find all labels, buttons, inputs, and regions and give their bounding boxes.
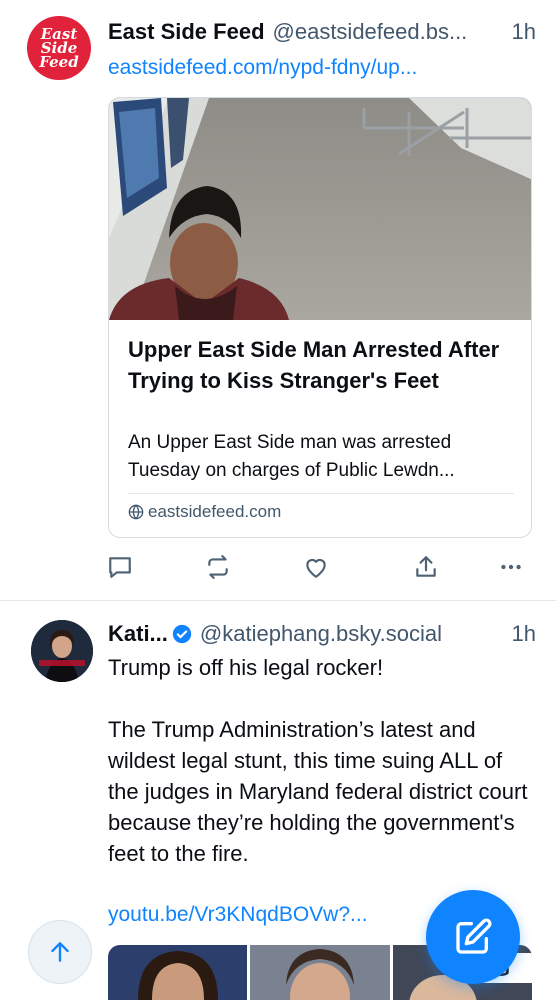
compose-icon <box>456 918 492 954</box>
like-icon[interactable] <box>301 552 331 582</box>
avatar[interactable]: East Side Feed <box>27 16 91 80</box>
timestamp[interactable]: 1h <box>502 19 536 45</box>
feed-post[interactable]: East Side Feed East Side Feed @eastsidef… <box>0 0 556 600</box>
display-name[interactable]: East Side Feed <box>108 19 265 45</box>
post-text-line <box>108 683 538 714</box>
display-name[interactable]: Kati... <box>108 621 168 647</box>
card-domain: eastsidefeed.com <box>128 502 281 522</box>
post-header: East Side Feed @eastsidefeed.bs... 1h <box>108 16 536 48</box>
media-thumbnail <box>250 945 390 1000</box>
link-preview-card[interactable]: Upper East Side Man Arrested After Tryin… <box>108 97 532 538</box>
scroll-to-top-button[interactable] <box>28 920 92 984</box>
media-thumbnail <box>108 945 248 1000</box>
post-link[interactable]: youtu.be/Vr3KNqdBOVw?... <box>108 903 368 927</box>
post-text: Trump is off his legal rocker! The Trump… <box>108 652 538 869</box>
compose-button[interactable] <box>426 890 520 984</box>
more-icon[interactable] <box>496 552 526 582</box>
share-icon[interactable] <box>411 552 441 582</box>
card-domain-text: eastsidefeed.com <box>148 502 282 521</box>
post-link[interactable]: eastsidefeed.com/nypd-fdny/up... <box>108 56 417 80</box>
post-header: Kati... @katiephang.bsky.social 1h <box>108 618 536 650</box>
globe-icon <box>128 504 144 520</box>
timestamp[interactable]: 1h <box>502 621 536 647</box>
avatar[interactable] <box>31 620 93 682</box>
repost-icon[interactable] <box>203 552 233 582</box>
divider <box>128 493 514 494</box>
card-title[interactable]: Upper East Side Man Arrested After Tryin… <box>128 334 518 396</box>
user-handle[interactable]: @eastsidefeed.bs... <box>273 19 468 45</box>
post-text-line: Trump is off his legal rocker! <box>108 655 384 680</box>
post-actions <box>0 552 556 582</box>
post-text-line: The Trump Administration’s latest and wi… <box>108 717 528 866</box>
user-handle[interactable]: @katiephang.bsky.social <box>200 621 442 647</box>
reply-icon[interactable] <box>105 552 135 582</box>
verified-badge-icon <box>172 624 192 644</box>
card-description: An Upper East Side man was arrested Tues… <box>128 432 455 481</box>
card-image <box>109 98 531 320</box>
arrow-up-icon <box>51 942 69 962</box>
east-side-feed-logo: East Side Feed <box>39 25 79 71</box>
